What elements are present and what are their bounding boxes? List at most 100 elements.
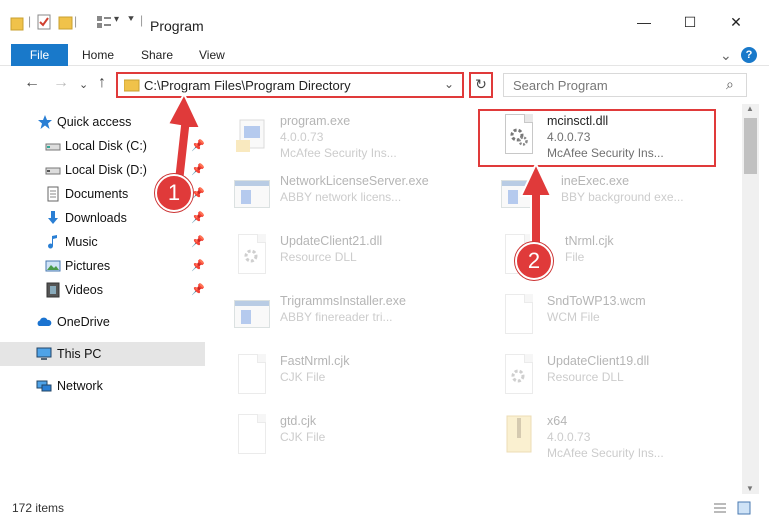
title-bar: | | ▾ ⯆ | Program — ☐ ✕ bbox=[0, 0, 769, 40]
exe-icon bbox=[232, 114, 272, 156]
app-icon bbox=[232, 294, 272, 336]
file-item-networklicenseserver-exe[interactable]: NetworkLicenseServer.exe ABBY network li… bbox=[212, 166, 447, 222]
customize-qa-icon[interactable]: ▾ bbox=[114, 14, 119, 34]
tab-home[interactable]: Home bbox=[82, 44, 114, 66]
file-name: UpdateClient21.dll bbox=[280, 234, 383, 248]
file-name: NetworkLicenseServer.exe bbox=[280, 174, 429, 188]
pin-icon: 📌 bbox=[191, 236, 205, 248]
help-icon[interactable]: ? bbox=[741, 47, 757, 63]
document-icon bbox=[232, 354, 272, 396]
scroll-down-icon[interactable]: ▼ bbox=[746, 484, 754, 493]
maximize-button[interactable]: ☐ bbox=[667, 8, 713, 36]
file-name: FastNrml.cjk bbox=[280, 354, 350, 368]
sidebar-item-label: Downloads bbox=[65, 211, 127, 225]
sidebar-item-label: Pictures bbox=[65, 259, 111, 273]
annotation-badge-1: 1 bbox=[155, 174, 193, 212]
drive-icon bbox=[45, 167, 61, 175]
network-icon bbox=[36, 380, 52, 392]
file-item-x64[interactable]: x64 4.0.0.73 McAfee Security Ins... bbox=[479, 406, 714, 462]
refresh-button[interactable]: ↻ bbox=[469, 72, 493, 98]
file-item-updateclient19-dll[interactable]: UpdateClient19.dll Resource DLL bbox=[479, 346, 714, 402]
sidebar-item-label: Quick access bbox=[57, 115, 132, 129]
sidebar-item-this-pc[interactable]: This PC bbox=[0, 342, 205, 366]
large-icons-view-icon[interactable] bbox=[737, 501, 751, 515]
vertical-scrollbar[interactable]: ▲ ▼ bbox=[742, 104, 759, 494]
folder-icon bbox=[124, 79, 140, 92]
file-item-trigrammsinstaller-exe[interactable]: TrigrammsInstaller.exe ABBY finereader t… bbox=[212, 286, 447, 342]
dll-gear-icon bbox=[499, 354, 539, 396]
address-dropdown-icon[interactable]: ⌄ bbox=[444, 77, 454, 91]
file-item-fastnrml-cjk[interactable]: FastNrml.cjk CJK File bbox=[212, 346, 447, 402]
qa-divider: | bbox=[140, 13, 144, 27]
forward-button[interactable]: → bbox=[53, 74, 69, 92]
window-title: Program bbox=[150, 18, 204, 34]
file-item-updateclient21-dll[interactable]: UpdateClient21.dll Resource DLL bbox=[212, 226, 447, 282]
search-icon[interactable]: ⌕ bbox=[726, 76, 734, 93]
file-name: TrigrammsInstaller.exe bbox=[280, 294, 406, 308]
back-button[interactable]: ← bbox=[24, 74, 40, 92]
scrollbar-thumb[interactable] bbox=[744, 118, 757, 174]
scroll-up-icon[interactable]: ▲ bbox=[746, 104, 754, 113]
item-count: 172 items bbox=[12, 501, 65, 515]
properties-icon[interactable] bbox=[36, 14, 52, 34]
sidebar-item-videos[interactable]: Videos 📌 bbox=[0, 278, 205, 302]
sidebar-item-music[interactable]: Music 📌 bbox=[0, 230, 205, 254]
sidebar-item-network[interactable]: Network bbox=[0, 374, 205, 398]
file-description: McAfee Security Ins... bbox=[547, 446, 664, 460]
file-description: McAfee Security Ins... bbox=[280, 146, 397, 160]
sidebar-item-pictures[interactable]: Pictures 📌 bbox=[0, 254, 205, 278]
sidebar-item-label: Network bbox=[57, 379, 103, 393]
sidebar-item-label: Local Disk (D:) bbox=[65, 163, 147, 177]
qa-dropdown-icon[interactable]: ⯆ bbox=[127, 14, 135, 34]
sidebar-item-label: Videos bbox=[65, 283, 103, 297]
new-folder-icon[interactable] bbox=[58, 14, 74, 34]
file-description: BBY background exe... bbox=[561, 190, 684, 204]
close-button[interactable]: ✕ bbox=[713, 8, 759, 36]
videos-icon bbox=[46, 282, 60, 298]
drive-icon bbox=[45, 143, 61, 151]
tab-share[interactable]: Share bbox=[141, 44, 173, 66]
search-placeholder: Search Program bbox=[513, 78, 608, 93]
file-name: program.exe bbox=[280, 114, 351, 128]
star-icon bbox=[38, 115, 52, 129]
file-name: UpdateClient19.dll bbox=[547, 354, 650, 368]
archive-icon bbox=[499, 414, 539, 456]
file-version: 4.0.0.73 bbox=[280, 130, 324, 144]
file-name: x64 bbox=[547, 414, 568, 428]
sidebar-item-label: Documents bbox=[65, 187, 129, 201]
view-options-icon[interactable] bbox=[96, 14, 112, 34]
qa-divider: | bbox=[28, 14, 32, 28]
file-name: tNrml.cjk bbox=[565, 234, 614, 248]
details-view-icon[interactable] bbox=[713, 501, 727, 515]
ribbon-collapse-icon[interactable]: ⌄ bbox=[720, 44, 732, 66]
app-icon bbox=[232, 174, 272, 216]
file-description: ABBY network licens... bbox=[280, 190, 402, 204]
sidebar-item-label: OneDrive bbox=[57, 315, 110, 329]
tab-view[interactable]: View bbox=[199, 44, 225, 66]
search-input[interactable]: Search Program ⌕ bbox=[503, 73, 747, 97]
pictures-icon bbox=[45, 260, 61, 272]
file-description: Resource DLL bbox=[280, 250, 357, 264]
recent-locations-icon[interactable]: ⌄ bbox=[79, 78, 88, 91]
file-item-program-exe[interactable]: program.exe 4.0.0.73 McAfee Security Ins… bbox=[212, 106, 447, 162]
file-description: CJK File bbox=[280, 430, 326, 444]
file-name: ineExec.exe bbox=[561, 174, 630, 188]
computer-icon bbox=[36, 347, 52, 360]
document-icon bbox=[499, 294, 539, 336]
file-name: gtd.cjk bbox=[280, 414, 317, 428]
sidebar-item-onedrive[interactable]: OneDrive bbox=[0, 310, 205, 334]
dll-gear-icon bbox=[232, 234, 272, 276]
qa-divider: | bbox=[74, 14, 78, 28]
sidebar-item-label: This PC bbox=[57, 347, 102, 361]
file-description: File bbox=[565, 250, 585, 264]
downloads-icon bbox=[48, 211, 58, 224]
pin-icon: 📌 bbox=[191, 284, 205, 296]
up-button[interactable]: ↑ bbox=[98, 74, 106, 92]
minimize-button[interactable]: — bbox=[621, 8, 667, 36]
tab-file[interactable]: File bbox=[11, 44, 68, 66]
file-description: CJK File bbox=[280, 370, 326, 384]
file-item-gtd-cjk[interactable]: gtd.cjk CJK File bbox=[212, 406, 447, 462]
file-item-sndtowp13-wcm[interactable]: SndToWP13.wcm WCM File bbox=[479, 286, 714, 342]
sidebar-item-label: Music bbox=[65, 235, 98, 249]
highlight-box bbox=[478, 109, 716, 167]
